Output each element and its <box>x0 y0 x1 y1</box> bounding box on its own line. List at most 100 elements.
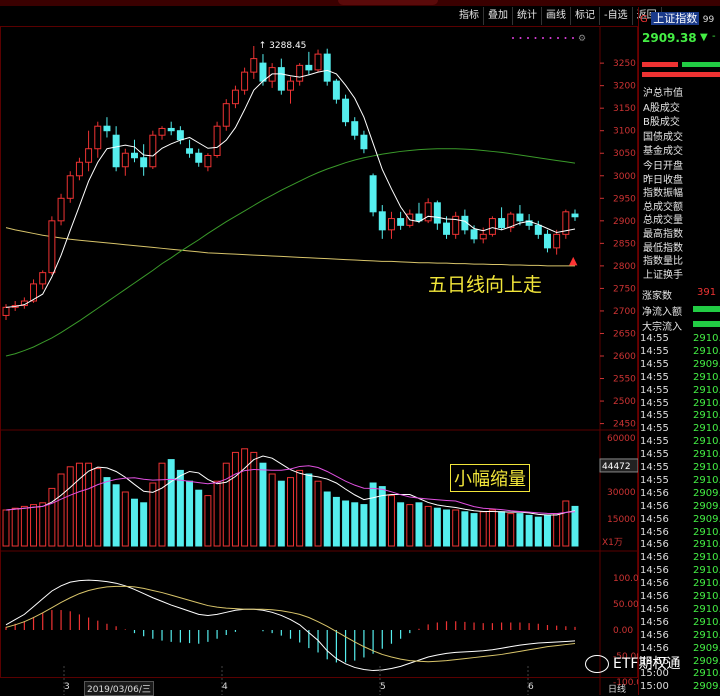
volume-bar <box>250 451 258 547</box>
title-tab[interactable] <box>338 0 438 5</box>
price-axis-label: 2450 <box>613 420 636 430</box>
tick-time: 14:55 <box>640 449 669 461</box>
volume-bar <box>231 451 239 547</box>
tick-time: 14:56 <box>640 642 669 654</box>
tick-time: 14:55 <box>640 371 669 383</box>
candle-body <box>296 64 304 82</box>
tick-row: 14:56 2909. <box>640 488 720 499</box>
volume-bar <box>204 495 212 547</box>
candle-body <box>112 134 120 168</box>
net-inflow-bar <box>693 306 720 312</box>
candle-body <box>2 306 10 316</box>
legend-dot <box>572 37 574 39</box>
tick-row: 14:55 2910. <box>640 371 720 383</box>
toolbar-watchlist-button[interactable]: -自选 <box>600 7 633 25</box>
rise-count-label: 涨家数 <box>642 291 672 302</box>
tick-row: 14:56 2910. <box>640 527 720 538</box>
candle-body <box>48 220 56 274</box>
legend-dot <box>542 37 544 39</box>
tick-price: 2910. <box>693 333 720 344</box>
tick-row: 14:55 2910. <box>640 475 720 486</box>
tick-price: 2910. <box>693 449 720 461</box>
legend-dot <box>519 37 522 39</box>
volume-bar <box>186 480 194 547</box>
price-axis-label: 2850 <box>613 239 636 249</box>
candle-body <box>204 154 212 168</box>
kline-chart[interactable]: 3250 3200 3150 3100 3050 3000 2950 2900 2850 2800… <box>0 26 638 695</box>
price-axis-label: 2650 <box>613 329 636 339</box>
candle-body <box>342 98 350 123</box>
candle-body <box>332 80 340 100</box>
tick-row: 14:56 2910. <box>640 616 720 628</box>
volume-bar <box>332 496 340 547</box>
volume-bar <box>516 513 524 547</box>
summary-label: 国债成交 <box>643 131 683 143</box>
tick-row: 14:55 2910. <box>640 462 720 473</box>
volume-bar <box>314 480 322 547</box>
up-ratio-bar <box>642 62 678 67</box>
volume-bar <box>39 502 47 547</box>
candle-body <box>543 233 551 249</box>
toolbar-overlay-button[interactable]: 叠加 <box>484 7 513 25</box>
volume-bar <box>222 462 230 547</box>
volume-bar <box>525 514 533 547</box>
volume-bar <box>287 477 294 547</box>
tick-time: 14:56 <box>640 565 669 577</box>
index-name[interactable]: 上证指数 <box>651 12 700 25</box>
price-axis-label: 2700 <box>613 307 636 317</box>
toolbar-draw-button[interactable]: 画线 <box>542 7 571 25</box>
volume-bar <box>140 502 148 547</box>
tick-time: 14:55 <box>640 384 669 396</box>
volume-bar <box>277 480 285 547</box>
settings-icon: ⚙ <box>578 34 586 44</box>
candle-body <box>433 202 441 224</box>
tick-time: 14:56 <box>640 629 669 641</box>
volume-bar <box>479 511 487 547</box>
volume-axis-label: 60000 <box>607 434 636 444</box>
volume-bar <box>57 473 65 547</box>
tick-price: 2910. <box>693 565 720 577</box>
summary-label: 基金成交 <box>643 146 683 157</box>
candle-body <box>167 127 175 132</box>
volume-bar <box>176 469 184 547</box>
tick-time: 14:56 <box>640 591 669 602</box>
volume-bar <box>424 505 432 547</box>
net-inflow-label: 净流入额 <box>642 307 682 318</box>
volume-bar <box>342 500 350 547</box>
tick-time: 15:00 <box>640 681 669 693</box>
toolbar-mark-button[interactable]: 标记 <box>571 7 600 25</box>
legend-dot <box>527 37 529 39</box>
volume-bar <box>415 502 423 547</box>
tick-price: 2910. <box>693 371 720 383</box>
candle-body <box>103 125 111 132</box>
volume-bar <box>213 480 221 547</box>
up-arrow-icon: ▲ <box>569 254 578 267</box>
code-prefix: G <box>640 14 648 25</box>
volume-bar <box>259 462 267 547</box>
tick-price: 2909. <box>693 487 720 499</box>
volume-bar <box>443 509 450 547</box>
volume-bar <box>94 468 102 547</box>
volume-bar <box>11 507 19 547</box>
tick-price: 2910. <box>693 462 720 473</box>
toolbar-stats-button[interactable]: 统计 <box>513 7 542 25</box>
candle-body <box>553 233 561 249</box>
tick-row: 14:55 2910. <box>640 410 720 421</box>
tick-time: 14:55 <box>640 333 669 344</box>
legend-dot <box>557 37 559 39</box>
toolbar-indicator-button[interactable]: 指标 <box>455 7 484 25</box>
tick-time: 14:56 <box>640 578 669 590</box>
volume-bar <box>30 504 38 547</box>
tick-price: 2909. <box>693 513 720 525</box>
volume-bar <box>562 500 570 547</box>
volume-bar <box>121 491 129 547</box>
tick-price: 2910. <box>693 345 720 357</box>
candle-body <box>305 64 313 71</box>
legend-dot <box>512 37 514 39</box>
tick-price: 2910. <box>693 397 720 409</box>
macd-axis-label: 0.00 <box>613 626 633 636</box>
period-label[interactable]: 日线 <box>608 682 626 695</box>
candle-body <box>516 213 524 222</box>
tick-time: 14:56 <box>640 616 669 628</box>
legend-dot <box>549 37 552 39</box>
